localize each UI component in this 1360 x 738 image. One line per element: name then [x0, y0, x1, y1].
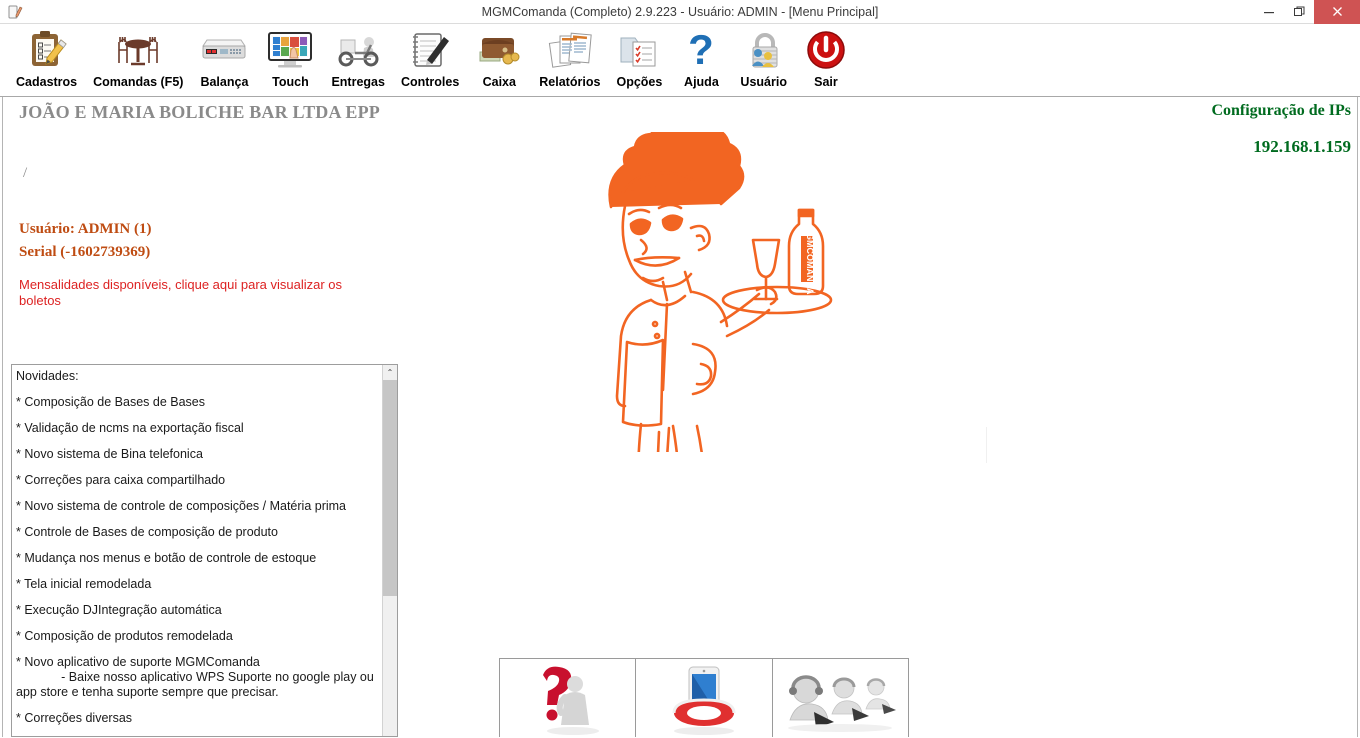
- toolbar-item-balanca[interactable]: Balança: [191, 26, 257, 89]
- wallet-money-icon: [475, 26, 523, 74]
- list-item: * Composição de Bases de Bases: [16, 395, 205, 409]
- page-title: JOÃO E MARIA BOLICHE BAR LTDA EPP: [19, 102, 380, 122]
- main-toolbar: Cadastros Comandas (F5) Balança Touch En…: [0, 24, 1360, 97]
- toolbar-label: Ajuda: [684, 75, 719, 89]
- tile-tutoriais[interactable]: Dúvidas, acesse nossos tutoriais aqui.: [500, 659, 635, 737]
- notebook-pen-icon: [407, 26, 453, 74]
- mascot-bottle-label: MGMCOMANDA: [805, 226, 815, 295]
- toolbar-item-ajuda[interactable]: ? Ajuda: [670, 26, 732, 89]
- list-item: * Controle de Bases de composição de pro…: [16, 525, 278, 539]
- tile-config-tablet[interactable]: Como config. seu tablet smartphone: [635, 659, 771, 737]
- client-area: JOÃO E MARIA BOLICHE BAR LTDA EPP Config…: [2, 97, 1358, 737]
- toolbar-item-cadastros[interactable]: Cadastros: [8, 26, 85, 89]
- delivery-scooter-icon: [333, 26, 383, 74]
- maximize-button[interactable]: [1284, 0, 1314, 24]
- toolbar-item-comandas[interactable]: Comandas (F5): [85, 26, 191, 89]
- toolbar-item-touch[interactable]: Touch: [257, 26, 323, 89]
- smartphone-lifebuoy-icon: [649, 659, 759, 737]
- list-item: Novidades:: [16, 369, 79, 383]
- list-item: * Correções diversas: [16, 711, 133, 725]
- table-chairs-icon: [114, 26, 162, 74]
- support-agents-icon: [780, 659, 900, 737]
- ip-config-value: 192.168.1.159: [1253, 137, 1351, 156]
- list-item: * Tela inicial remodelada: [16, 577, 152, 591]
- list-item: * Mudança nos menus e botão de controle …: [16, 551, 317, 565]
- list-item: * Correções para caixa compartilhado: [16, 473, 226, 487]
- toolbar-label: Balança: [200, 75, 249, 89]
- toolbar-label: Controles: [400, 75, 460, 89]
- toolbar-label: Comandas (F5): [93, 75, 184, 89]
- toolbar-item-caixa[interactable]: Caixa: [467, 26, 531, 89]
- question-mark-icon: ?: [681, 26, 721, 74]
- toolbar-label: Cadastros: [16, 75, 78, 89]
- scale-icon: [199, 26, 249, 74]
- clipboard-pencil-icon: [25, 26, 69, 74]
- toolbar-label: Entregas: [331, 75, 385, 89]
- tile-chat-suporte[interactable]: Acesse nosso chat de suporte: [771, 659, 908, 737]
- pencil-note-icon: [4, 1, 26, 23]
- toolbar-label: Usuário: [740, 75, 787, 89]
- divider-artifact: [986, 427, 987, 463]
- toolbar-item-usuario[interactable]: Usuário: [732, 26, 795, 89]
- power-off-icon: [804, 26, 848, 74]
- scrollbar-track[interactable]: [383, 596, 397, 736]
- window-title: MGMComanda (Completo) 2.9.223 - Usuário:…: [481, 4, 879, 19]
- list-item: * Novo aplicativo de suporte MGMComanda …: [16, 655, 374, 699]
- padlock-users-icon: [741, 26, 787, 74]
- scrollbar-thumb[interactable]: [383, 380, 397, 596]
- toolbar-label: Opções: [616, 75, 663, 89]
- toolbar-label: Sair: [814, 75, 838, 89]
- window-controls: [1254, 0, 1360, 24]
- toolbar-item-controles[interactable]: Controles: [393, 26, 467, 89]
- toolbar-label: Relatórios: [539, 75, 601, 89]
- touchscreen-icon: [265, 26, 315, 74]
- minimize-button[interactable]: [1254, 0, 1284, 24]
- toolbar-item-sair[interactable]: Sair: [795, 26, 857, 89]
- svg-text:?: ?: [689, 28, 715, 72]
- path-separator: /: [23, 165, 28, 181]
- toolbar-label: Caixa: [482, 75, 516, 89]
- support-tiles: Dúvidas, acesse nossos tutoriais aqui. C…: [499, 658, 909, 737]
- list-item: * Validação de ncms na exportação fiscal: [16, 421, 244, 435]
- toolbar-item-opcoes[interactable]: Opções: [608, 26, 670, 89]
- ip-config-title[interactable]: Configuração de IPs: [1211, 102, 1351, 120]
- toolbar-item-relatorios[interactable]: Relatórios: [531, 26, 608, 89]
- list-item: * Novo sistema de controle de composiçõe…: [16, 499, 347, 513]
- folder-checklist-icon: [616, 26, 662, 74]
- news-panel: Novidades: * Composição de Bases de Base…: [11, 364, 398, 737]
- serial-label: Serial (-1602739369): [19, 244, 151, 260]
- toolbar-label: Touch: [272, 75, 309, 89]
- question-mark-person-icon: [513, 659, 623, 737]
- boletos-link[interactable]: Mensalidades disponíveis, clique aqui pa…: [19, 277, 387, 309]
- chevron-up-icon[interactable]: ⌃: [383, 365, 397, 380]
- current-user-label: Usuário: ADMIN (1): [19, 221, 152, 237]
- list-item: * Execução DJIntegração automática: [16, 603, 222, 617]
- list-item: * Composição de produtos remodelada: [16, 629, 233, 643]
- toolbar-item-entregas[interactable]: Entregas: [323, 26, 393, 89]
- waiter-mascot-icon: MGMCOMANDA: [581, 122, 861, 504]
- news-list: Novidades: * Composição de Bases de Base…: [12, 365, 382, 736]
- title-bar: MGMComanda (Completo) 2.9.223 - Usuário:…: [0, 0, 1360, 24]
- list-item: * Novo sistema de Bina telefonica: [16, 447, 203, 461]
- documents-icon: [546, 26, 594, 74]
- news-scrollbar[interactable]: ⌃: [382, 365, 397, 736]
- close-button[interactable]: [1314, 0, 1360, 24]
